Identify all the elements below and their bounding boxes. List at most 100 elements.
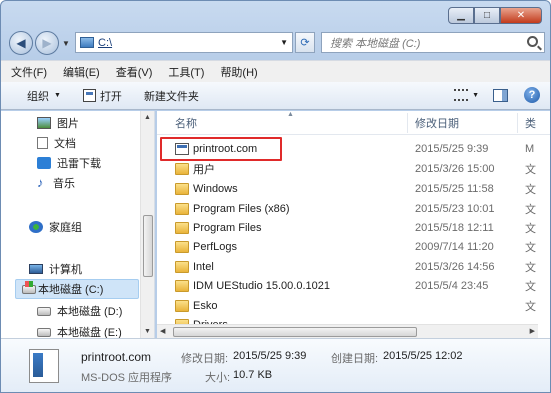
folder-icon — [175, 299, 189, 312]
nav-scrollbar[interactable]: ▲ ▼ — [140, 111, 154, 338]
scroll-left-icon[interactable]: ◀ — [160, 327, 165, 335]
view-controls: ▼ ? — [454, 87, 540, 103]
nav-label: 本地磁盘 (E:) — [57, 327, 122, 338]
file-date: 2015/5/23 10:01 — [415, 202, 495, 215]
file-name: Program Files — [193, 221, 262, 234]
file-name: Esko — [193, 299, 218, 312]
file-type: 文 — [525, 280, 536, 293]
file-row[interactable]: IDM UEStudio 15.00.0.1021 2015/5/4 23:45… — [157, 276, 550, 296]
nav-label: 本地磁盘 (D:) — [57, 306, 123, 318]
file-type: 文 — [525, 300, 536, 313]
nav-item-homegroup[interactable]: 家庭组 — [29, 217, 82, 237]
column-divider[interactable] — [407, 113, 408, 133]
nav-item-computer[interactable]: 计算机 — [29, 259, 82, 279]
forward-button[interactable]: ▶ — [35, 31, 59, 55]
minimize-button[interactable]: ▁ — [448, 7, 474, 24]
search-input[interactable]: 搜索 本地磁盘 (C:) — [321, 32, 545, 53]
column-type[interactable]: 类 — [525, 115, 536, 131]
close-button[interactable]: ✕ — [500, 7, 542, 24]
column-header: ▲ 名称 修改日期 类 — [157, 111, 550, 135]
details-modified-label: 修改日期: — [181, 353, 229, 365]
back-button[interactable]: ◀ — [9, 31, 33, 55]
folder-icon — [175, 240, 189, 253]
nav-label: 计算机 — [49, 264, 82, 276]
scrollbar-thumb[interactable] — [173, 327, 417, 337]
menu-file[interactable]: 文件(F) — [11, 64, 47, 80]
command-bar: 组织 ▼ 打开 新建文件夹 ▼ ? — [1, 82, 550, 110]
nav-item-drive-e[interactable]: 本地磁盘 (E:) — [37, 322, 122, 338]
forward-arrow-icon: ▶ — [42, 36, 52, 50]
menu-tools[interactable]: 工具(T) — [168, 64, 204, 80]
file-row[interactable]: PerfLogs 2009/7/14 11:20 文 — [157, 237, 550, 257]
open-icon — [82, 89, 96, 102]
column-date[interactable]: 修改日期 — [415, 115, 459, 131]
organize-button[interactable]: 组织 ▼ — [27, 88, 61, 104]
scrollbar-thumb[interactable] — [143, 215, 153, 277]
maximize-button[interactable]: □ — [474, 7, 500, 24]
open-label: 打开 — [99, 90, 122, 103]
refresh-button[interactable]: ⟳ — [295, 32, 315, 53]
nav-buttons: ◀ ▶ ▼ — [9, 31, 74, 55]
file-row[interactable]: Esko 文 — [157, 296, 550, 316]
details-created-value: 2015/5/25 12:02 — [383, 350, 463, 362]
preview-pane-icon[interactable] — [493, 88, 508, 102]
file-name: 用户 — [193, 163, 215, 176]
menu-edit[interactable]: 编辑(E) — [63, 64, 100, 80]
new-folder-label: 新建文件夹 — [143, 90, 199, 103]
scroll-up-icon[interactable]: ▲ — [144, 114, 151, 121]
organize-label: 组织 — [27, 90, 49, 103]
chevron-down-icon[interactable]: ▼ — [280, 38, 288, 47]
file-name: IDM UEStudio 15.00.0.1021 — [193, 279, 330, 292]
file-name: Windows — [193, 182, 238, 195]
nav-item-drive-d[interactable]: 本地磁盘 (D:) — [37, 301, 122, 321]
address-path[interactable]: C:\ — [98, 37, 112, 49]
file-type: 文 — [525, 183, 536, 196]
nav-item-drive-c[interactable]: 本地磁盘 (C:) — [15, 279, 139, 299]
new-folder-button[interactable]: 新建文件夹 — [144, 88, 199, 104]
file-row[interactable]: Windows 2015/5/25 11:58 文 — [157, 179, 550, 199]
recent-pages-dropdown[interactable]: ▼ — [62, 39, 70, 48]
file-name: PerfLogs — [193, 240, 238, 253]
chevron-down-icon: ▼ — [54, 92, 61, 99]
file-date: 2015/5/4 23:45 — [415, 279, 489, 292]
file-type: 文 — [525, 203, 536, 216]
details-pane: printroot.com MS-DOS 应用程序 修改日期: 2015/5/2… — [1, 338, 550, 392]
folder-icon — [175, 279, 189, 292]
nav-item-music[interactable]: ♪ 音乐 — [37, 173, 75, 193]
file-date: 2015/3/26 14:56 — [415, 260, 495, 273]
menu-help[interactable]: 帮助(H) — [220, 64, 257, 80]
file-row[interactable]: Intel 2015/3/26 14:56 文 — [157, 257, 550, 277]
menu-view[interactable]: 查看(V) — [116, 64, 153, 80]
column-divider[interactable] — [517, 113, 518, 133]
back-arrow-icon: ◀ — [16, 36, 26, 50]
nav-item-pictures[interactable]: 图片 — [37, 113, 79, 133]
file-row[interactable]: Program Files (x86) 2015/5/23 10:01 文 — [157, 199, 550, 219]
file-type: M — [525, 142, 535, 155]
document-icon — [37, 137, 48, 149]
file-row[interactable]: Program Files 2015/5/18 12:11 文 — [157, 218, 550, 238]
details-size-label: 大小: — [205, 372, 231, 384]
help-icon[interactable]: ? — [524, 87, 540, 103]
search-placeholder: 搜索 本地磁盘 (C:) — [330, 37, 421, 50]
music-icon: ♪ — [37, 174, 44, 190]
file-type: 文 — [525, 222, 536, 235]
address-bar[interactable]: C:\ ▼ — [75, 32, 293, 53]
details-file-name: printroot.com — [81, 350, 152, 364]
scroll-down-icon[interactable]: ▼ — [144, 328, 151, 335]
scroll-right-icon[interactable]: ▶ — [530, 327, 535, 335]
file-date: 2009/7/14 11:20 — [415, 240, 494, 253]
open-button[interactable]: 打开 — [82, 88, 122, 104]
nav-item-documents[interactable]: 文档 — [37, 133, 76, 153]
file-type: 文 — [525, 163, 536, 176]
column-name[interactable]: 名称 — [175, 115, 197, 131]
application-icon — [29, 349, 59, 383]
file-row[interactable]: 用户 2015/3/26 15:00 文 — [157, 159, 550, 179]
nav-label: 迅雷下载 — [57, 158, 101, 170]
chevron-down-icon[interactable]: ▼ — [472, 92, 479, 99]
search-icon[interactable] — [527, 36, 538, 47]
nav-label: 本地磁盘 (C:) — [38, 284, 104, 296]
nav-item-xunlei[interactable]: 迅雷下载 — [37, 153, 101, 173]
horizontal-scrollbar[interactable]: ◀ ▶ — [157, 324, 538, 338]
view-options-icon[interactable] — [454, 89, 469, 101]
navigation-pane: 图片 文档 迅雷下载 ♪ 音乐 家庭组 计算机 本地磁盘 (C:) 本地磁盘 ( — [1, 111, 155, 338]
